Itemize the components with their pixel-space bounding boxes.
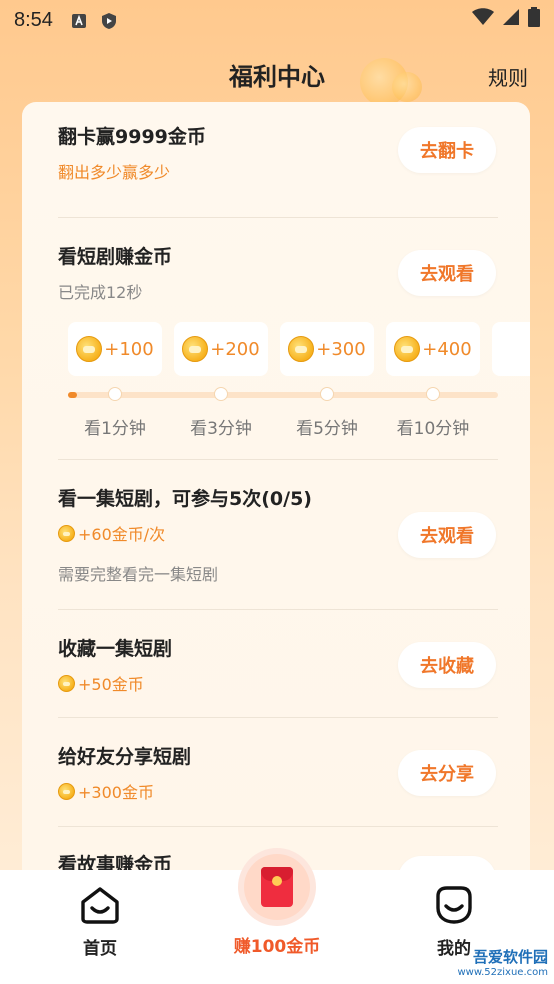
shield-play-icon <box>101 12 117 29</box>
reward-value: +400 <box>422 338 472 360</box>
milestone-label: 看1分钟 <box>84 419 146 439</box>
milestone-dot <box>426 387 440 401</box>
reward-chip: +100 <box>68 322 162 376</box>
reward-value: +100 <box>104 338 154 360</box>
task-note: 需要完整看完一集短剧 <box>58 565 219 584</box>
milestone-dot <box>320 387 334 401</box>
red-envelope-icon <box>261 867 293 907</box>
status-time: 8:54 <box>14 8 53 31</box>
task-reward: +60金币/次 <box>78 525 166 544</box>
watermark-text: 吾爱软件园 <box>472 948 548 966</box>
milestone-dot <box>214 387 228 401</box>
reward-value: +200 <box>210 338 260 360</box>
signal-icon <box>502 8 520 32</box>
divider <box>58 217 498 218</box>
task-list-card: 翻卡赢9999金币 翻出多少赢多少 去翻卡 看短剧赚金币 已完成12秒 去观看 … <box>22 102 530 902</box>
task-reward: +300金币 <box>78 783 154 802</box>
nav-label: 首页 <box>83 939 117 959</box>
watermark-logo: 吾爱软件园 www.52zixue.com <box>458 946 549 978</box>
coin-icon <box>76 336 103 362</box>
task-reward: +50金币 <box>78 675 144 694</box>
share-button[interactable]: 去分享 <box>398 750 496 796</box>
earn-coins-label[interactable]: 赚100金币 <box>206 932 348 957</box>
collect-button[interactable]: 去收藏 <box>398 642 496 688</box>
reward-milestones: +100 +200 +300 +400 <box>68 322 530 382</box>
battery-icon <box>528 7 540 33</box>
task-title: 看一集短剧，可参与5次(0/5) <box>58 488 312 510</box>
profile-face-icon <box>433 886 475 928</box>
watch-drama-button[interactable]: 去观看 <box>398 250 496 296</box>
status-bar: 8:54 <box>0 0 554 40</box>
coin-icon <box>288 336 315 362</box>
watermark-url: www.52zixue.com <box>457 967 549 978</box>
coin-icon <box>58 782 75 800</box>
coin-icon <box>58 674 75 692</box>
watch-progress-bar <box>68 387 498 401</box>
earn-coins-button[interactable] <box>238 848 316 926</box>
reward-chip: +300 <box>280 322 374 376</box>
reward-chip: +200 <box>174 322 268 376</box>
header: 福利中心 规则 <box>0 52 554 96</box>
rules-link[interactable]: 规则 <box>488 62 528 91</box>
milestone-label: 看10分钟 <box>396 419 470 439</box>
divider <box>58 609 498 610</box>
reward-chip: +400 <box>386 322 480 376</box>
milestone-dot <box>108 387 122 401</box>
notification-a-icon <box>71 12 87 28</box>
divider <box>58 717 498 718</box>
reward-value: +300 <box>316 338 366 360</box>
milestone-label: 看5分钟 <box>296 419 358 439</box>
divider <box>58 826 498 827</box>
nav-home[interactable]: 首页 <box>40 886 160 959</box>
milestone-label: 看3分钟 <box>190 419 252 439</box>
flip-card-button[interactable]: 去翻卡 <box>398 127 496 173</box>
coin-icon <box>394 336 421 362</box>
progress-fill <box>68 392 77 398</box>
reward-chip-partial <box>492 322 530 376</box>
divider <box>58 459 498 460</box>
watch-episode-button[interactable]: 去观看 <box>398 512 496 558</box>
bottom-nav: 首页 赚100金币 我的 吾爱软件园 www.52zixue.com <box>0 848 554 984</box>
wifi-icon <box>472 8 494 32</box>
coin-icon <box>182 336 209 362</box>
coin-icon <box>58 524 75 542</box>
home-icon <box>79 887 121 928</box>
page-title: 福利中心 <box>229 62 325 91</box>
